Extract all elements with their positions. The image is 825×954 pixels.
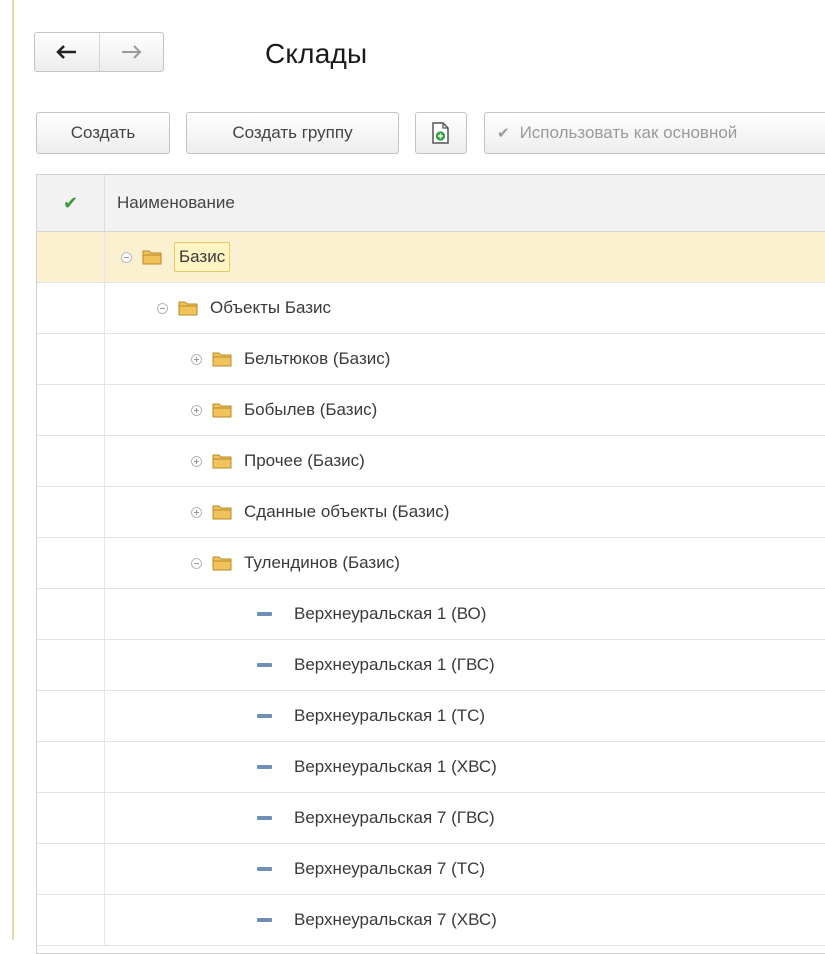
- row-check-cell: [37, 436, 105, 486]
- row-check-cell: [37, 283, 105, 333]
- arrow-right-icon: [122, 45, 142, 59]
- use-as-main-button[interactable]: ✔ Использовать как основной: [484, 112, 825, 154]
- item-marker-icon: [257, 714, 272, 718]
- item-marker-icon: [257, 918, 272, 922]
- row-label: Сданные объекты (Базис): [244, 502, 450, 521]
- item-marker-icon: [257, 867, 272, 871]
- command-bar: Создать Создать группу ✔ Использовать ка…: [0, 112, 825, 156]
- table-row[interactable]: Верхнеуральская 7 (ГВС): [37, 793, 825, 844]
- row-check-cell: [37, 640, 105, 690]
- row-check-cell: [37, 895, 105, 945]
- table-row[interactable]: Верхнеуральская 1 (ВО): [37, 589, 825, 640]
- row-check-cell: [37, 538, 105, 588]
- collapse-icon[interactable]: [157, 302, 168, 314]
- create-group-button[interactable]: Создать группу: [186, 112, 399, 154]
- table-row[interactable]: Базис: [37, 232, 825, 283]
- row-check-cell: [37, 691, 105, 741]
- folder-icon: [142, 250, 162, 265]
- table-row[interactable]: Сданные объекты (Базис): [37, 487, 825, 538]
- check-column-header[interactable]: ✔: [37, 175, 105, 231]
- row-check-cell: [37, 232, 105, 282]
- use-as-main-label: Использовать как основной: [519, 123, 738, 142]
- table-row[interactable]: Бельтюков (Базис): [37, 334, 825, 385]
- collapse-icon[interactable]: [191, 557, 202, 569]
- row-label: Бельтюков (Базис): [244, 349, 391, 368]
- arrow-left-icon: [55, 45, 76, 59]
- row-check-cell: [37, 385, 105, 435]
- folder-icon: [178, 301, 198, 316]
- row-check-cell: [37, 742, 105, 792]
- row-label: Объекты Базис: [210, 298, 332, 317]
- row-label: Верхнеуральская 7 (ГВС): [294, 808, 495, 827]
- row-label: Прочее (Базис): [244, 451, 365, 470]
- folder-icon: [212, 352, 232, 367]
- row-label: Верхнеуральская 1 (ХВС): [294, 757, 497, 776]
- row-check-cell: [37, 334, 105, 384]
- row-label: Верхнеуральская 1 (ТС): [294, 706, 486, 725]
- table-row[interactable]: Объекты Базис: [37, 283, 825, 334]
- table-row[interactable]: Верхнеуральская 1 (ТС): [37, 691, 825, 742]
- copy-button[interactable]: [415, 112, 467, 154]
- expand-icon[interactable]: [191, 455, 202, 467]
- table-row[interactable]: Верхнеуральская 7 (ХВС): [37, 895, 825, 946]
- item-marker-icon: [257, 765, 272, 769]
- row-label: Бобылев (Базис): [244, 400, 378, 419]
- table-row[interactable]: Бобылев (Базис): [37, 385, 825, 436]
- row-check-cell: [37, 487, 105, 537]
- warehouses-table: ✔ Наименование Базис Объекты Базис Бельт…: [36, 174, 825, 954]
- row-check-cell: [37, 589, 105, 639]
- item-marker-icon: [257, 816, 272, 820]
- row-label: Базис: [174, 242, 231, 272]
- row-label: Верхнеуральская 1 (ВО): [294, 604, 487, 623]
- table-row[interactable]: Верхнеуральская 1 (ГВС): [37, 640, 825, 691]
- folder-icon: [212, 556, 232, 571]
- name-column-header[interactable]: Наименование: [105, 193, 235, 213]
- expand-icon[interactable]: [191, 353, 202, 365]
- table-header: ✔ Наименование: [37, 175, 825, 232]
- folder-icon: [212, 403, 232, 418]
- expand-icon[interactable]: [191, 506, 202, 518]
- create-button[interactable]: Создать: [36, 112, 170, 154]
- table-row[interactable]: Верхнеуральская 7 (ТС): [37, 844, 825, 895]
- check-icon: ✔: [497, 125, 510, 142]
- check-icon: ✔: [62, 192, 79, 213]
- forward-button[interactable]: [98, 33, 164, 71]
- page-title: Склады: [265, 38, 368, 69]
- copy-document-icon: [432, 122, 449, 144]
- item-marker-icon: [257, 663, 272, 667]
- item-marker-icon: [257, 612, 272, 616]
- row-label: Верхнеуральская 1 (ГВС): [294, 655, 495, 674]
- table-row[interactable]: Тулендинов (Базис): [37, 538, 825, 589]
- row-check-cell: [37, 844, 105, 894]
- expand-icon[interactable]: [191, 404, 202, 416]
- collapse-icon[interactable]: [121, 251, 132, 263]
- table-row[interactable]: Верхнеуральская 1 (ХВС): [37, 742, 825, 793]
- back-button[interactable]: [35, 33, 99, 71]
- folder-icon: [212, 505, 232, 520]
- table-row[interactable]: Прочее (Базис): [37, 436, 825, 487]
- history-navigation: [34, 32, 164, 72]
- row-label: Верхнеуральская 7 (ТС): [294, 859, 486, 878]
- row-label: Верхнеуральская 7 (ХВС): [294, 910, 497, 929]
- row-label: Тулендинов (Базис): [244, 553, 400, 572]
- folder-icon: [212, 454, 232, 469]
- row-check-cell: [37, 793, 105, 843]
